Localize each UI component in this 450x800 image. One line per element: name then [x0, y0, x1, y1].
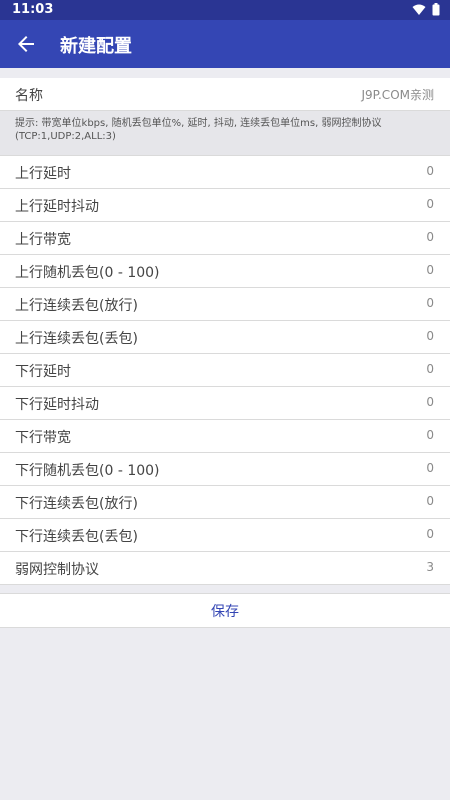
- field-label: 下行连续丢包(丢包): [15, 529, 138, 545]
- field-label: 下行连续丢包(放行): [15, 496, 138, 512]
- field-label: 下行延时抖动: [15, 397, 99, 413]
- field-value[interactable]: 0: [426, 197, 434, 211]
- field-value[interactable]: 0: [426, 395, 434, 409]
- name-value[interactable]: J9P.COM亲测: [361, 86, 434, 103]
- field-value[interactable]: 0: [426, 329, 434, 343]
- field-row[interactable]: 上行延时抖动 0: [0, 189, 450, 222]
- field-label: 下行延时: [15, 364, 71, 380]
- hint-text: 提示: 带宽单位kbps, 随机丢包单位%, 延时, 抖动, 连续丢包单位ms,…: [0, 111, 450, 156]
- field-row[interactable]: 下行带宽 0: [0, 420, 450, 453]
- wifi-icon: [412, 4, 426, 15]
- field-value[interactable]: 0: [426, 527, 434, 541]
- name-row[interactable]: 名称 J9P.COM亲测: [0, 78, 450, 111]
- status-icons: [412, 3, 440, 16]
- field-row[interactable]: 下行延时抖动 0: [0, 387, 450, 420]
- field-label: 上行延时抖动: [15, 199, 99, 215]
- field-row[interactable]: 上行连续丢包(丢包) 0: [0, 321, 450, 354]
- save-button[interactable]: 保存: [0, 601, 450, 621]
- field-label: 下行带宽: [15, 430, 71, 446]
- field-value[interactable]: 0: [426, 230, 434, 244]
- field-row[interactable]: 下行连续丢包(丢包) 0: [0, 519, 450, 552]
- field-label: 弱网控制协议: [15, 562, 99, 578]
- field-value[interactable]: 0: [426, 428, 434, 442]
- field-value[interactable]: 3: [426, 560, 434, 574]
- field-value[interactable]: 0: [426, 164, 434, 178]
- field-row[interactable]: 下行延时 0: [0, 354, 450, 387]
- status-time: 11:03: [12, 2, 54, 17]
- save-bar: 保存: [0, 593, 450, 628]
- status-bar: 11:03: [0, 0, 450, 20]
- field-row[interactable]: 上行随机丢包(0 - 100) 0: [0, 255, 450, 288]
- field-label: 下行随机丢包(0 - 100): [15, 463, 160, 479]
- battery-icon: [432, 3, 440, 16]
- field-label: 上行连续丢包(放行): [15, 298, 138, 314]
- field-row[interactable]: 上行延时 0: [0, 156, 450, 189]
- field-row[interactable]: 弱网控制协议 3: [0, 552, 450, 585]
- field-value[interactable]: 0: [426, 296, 434, 310]
- field-label: 上行延时: [15, 166, 71, 182]
- field-row[interactable]: 下行连续丢包(放行) 0: [0, 486, 450, 519]
- field-value[interactable]: 0: [426, 362, 434, 376]
- field-row[interactable]: 下行随机丢包(0 - 100) 0: [0, 453, 450, 486]
- name-label: 名称: [15, 88, 43, 104]
- field-label: 上行连续丢包(丢包): [15, 331, 138, 347]
- page-title: 新建配置: [60, 36, 132, 57]
- field-list: 上行延时 0 上行延时抖动 0 上行带宽 0 上行随机丢包(0 - 100) 0 上行连续丢包(…: [0, 156, 450, 585]
- field-value[interactable]: 0: [426, 494, 434, 508]
- field-row[interactable]: 上行连续丢包(放行) 0: [0, 288, 450, 321]
- config-form: 名称 J9P.COM亲测 提示: 带宽单位kbps, 随机丢包单位%, 延时, …: [0, 78, 450, 628]
- field-row[interactable]: 上行带宽 0: [0, 222, 450, 255]
- field-value[interactable]: 0: [426, 461, 434, 475]
- field-label: 上行随机丢包(0 - 100): [15, 265, 160, 281]
- app-bar: 新建配置: [0, 20, 450, 68]
- field-label: 上行带宽: [15, 232, 71, 248]
- field-value[interactable]: 0: [426, 263, 434, 277]
- back-arrow-icon[interactable]: [14, 32, 38, 56]
